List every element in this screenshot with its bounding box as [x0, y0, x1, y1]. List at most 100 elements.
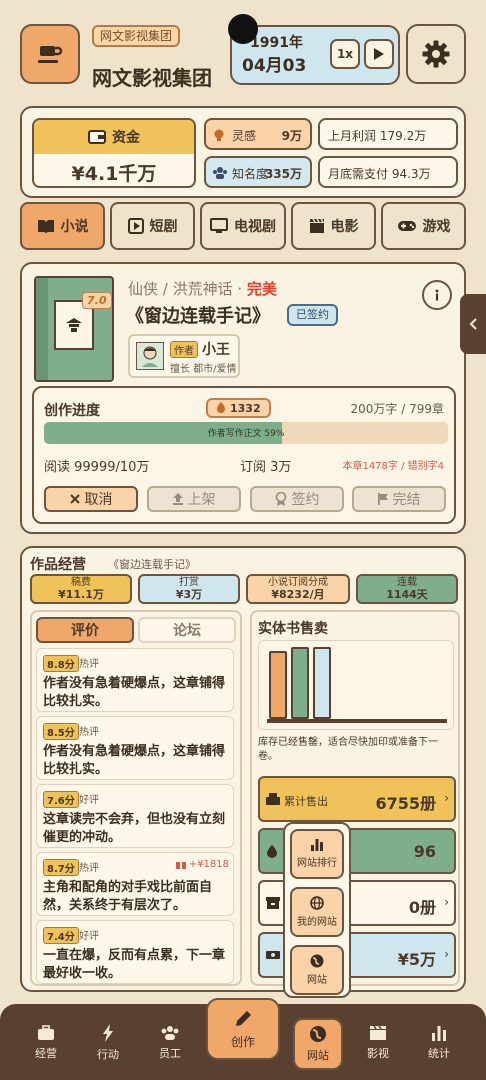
author-card[interactable]: 作者 小王 擅长 都市/爱情: [128, 334, 240, 378]
nav-operations[interactable]: 经营: [21, 1018, 71, 1068]
progress-badge: 1332: [206, 398, 271, 418]
clapperboard-icon: [369, 1025, 387, 1041]
website-ranking-label: 网站排行: [297, 858, 337, 869]
earth-icon: [310, 954, 324, 968]
fame-stat[interactable]: 知名度 335万: [204, 156, 312, 188]
company-name: 网文影视集团: [92, 66, 212, 90]
menu-button[interactable]: [20, 24, 80, 84]
close-icon: [69, 494, 80, 504]
chevron-right-icon: ›: [444, 947, 449, 961]
nav-staff-label: 员工: [159, 1047, 181, 1060]
review-gift-value: +¥1818: [188, 859, 229, 870]
tab-short-drama[interactable]: 短剧: [110, 202, 195, 250]
nav-staff[interactable]: 员工: [145, 1018, 195, 1068]
review-type: 热评: [79, 659, 99, 670]
nav-website-label: 网站: [307, 1049, 329, 1062]
shelve-button[interactable]: 上架: [147, 486, 241, 512]
gamepad-icon: [397, 219, 417, 233]
upload-icon: [172, 493, 183, 505]
gear-icon: [421, 39, 451, 69]
metric-value: ¥3万: [175, 588, 203, 601]
flame-icon: [266, 845, 278, 859]
novel-genre: 仙侠 / 洪荒神话 · 完美: [128, 278, 277, 299]
my-website-button[interactable]: 我的网站: [290, 887, 344, 937]
tab-novel[interactable]: 小说: [20, 202, 105, 250]
nav-create[interactable]: 创作: [206, 998, 280, 1060]
finish-label: 完结: [392, 492, 421, 508]
website-button[interactable]: 网站: [290, 945, 344, 995]
metric-value: ¥11.1万: [58, 588, 104, 601]
medal-icon: [275, 492, 287, 506]
tab-movie-label: 电影: [330, 219, 359, 235]
review-item[interactable]: 8.8分 热评 作者没有急着硬爆点，这章铺得比较扎实。: [36, 648, 234, 712]
cancel-button[interactable]: 取消: [44, 486, 138, 512]
novel-cover[interactable]: 7.0: [34, 276, 114, 382]
review-item[interactable]: 8.5分 热评 作者没有急着硬爆点，这章铺得比较扎实。: [36, 716, 234, 780]
author-tag: 作者: [170, 341, 198, 358]
globe-icon: [310, 896, 324, 910]
nav-film-tv[interactable]: 影视: [353, 1018, 403, 1068]
works-title: 作品经营: [30, 557, 86, 573]
info-button[interactable]: [422, 280, 452, 310]
reviews-panel: 评价 论坛 8.8分 热评 作者没有急着硬爆点，这章铺得比较扎实。 8.5分 热…: [30, 610, 242, 986]
wallet-icon: [88, 129, 106, 145]
author-avatar: [136, 342, 164, 370]
progress-title: 创作进度: [44, 403, 100, 419]
shelve-label: 上架: [187, 492, 216, 508]
genre-text: 仙侠 / 洪荒神话 ·: [128, 280, 247, 298]
total-sold-label: 累计售出: [284, 795, 328, 808]
camera-cutout: [228, 14, 258, 44]
sign-button[interactable]: 签约: [250, 486, 344, 512]
stats-panel: 资金 ¥4.1千万 灵感 9万 知名度 335万 上月利润 179.2万 月底需…: [20, 106, 466, 198]
review-item[interactable]: 7.6分 好评 这章读完不会弃，但也没有立刻催更的冲动。: [36, 784, 234, 848]
review-item[interactable]: 8.7分 热评 +¥1818 主角和配角的对手戏比前面自然，关系终于有层次了。: [36, 852, 234, 916]
tab-movie[interactable]: 电影: [291, 202, 376, 250]
progress-words: 200万字 / 799章: [350, 402, 444, 416]
book-spine-green: [291, 647, 309, 719]
bar-chart-icon: [310, 839, 324, 851]
funds-box[interactable]: 资金 ¥4.1千万: [32, 118, 196, 188]
tab-game[interactable]: 游戏: [381, 202, 466, 250]
review-item[interactable]: 7.4分 好评 一直在爆，反而有点累，下一章最好收一收。: [36, 920, 234, 984]
company-tag: 网文影视集团: [92, 25, 181, 47]
progress-bar-text: 作者写作正文 59%: [207, 429, 285, 439]
signed-badge: 已签约: [287, 304, 338, 326]
tab-reviews[interactable]: 评价: [36, 617, 134, 643]
speed-button[interactable]: 1x: [330, 39, 360, 69]
revenue-value: ¥5万: [397, 950, 436, 969]
tab-forum[interactable]: 论坛: [138, 617, 236, 643]
side-drawer-toggle[interactable]: [460, 294, 486, 354]
group-icon: [160, 1025, 180, 1041]
lightbulb-icon: [212, 128, 226, 142]
bookshelf-illustration: [258, 640, 454, 730]
review-text: 主角和配角的对手戏比前面自然，关系终于有层次了。: [43, 880, 213, 913]
progress-bar: 作者写作正文 59%: [44, 422, 448, 444]
info-icon: [430, 288, 444, 302]
metric-label: 小说订阅分成: [268, 577, 328, 588]
website-ranking-button[interactable]: 网站排行: [290, 829, 344, 879]
inspiration-label: 灵感: [232, 129, 257, 143]
cover-spine: [36, 278, 48, 380]
globe-icon: [309, 1025, 327, 1043]
lightning-icon: [102, 1024, 114, 1042]
total-sold-row[interactable]: 累计售出 6755册 ›: [258, 776, 456, 822]
progress-badge-value: 1332: [230, 401, 261, 415]
finish-button[interactable]: 完结: [352, 486, 446, 512]
review-score: 8.7分: [43, 859, 79, 876]
settings-button[interactable]: [406, 24, 466, 84]
play-button[interactable]: [364, 39, 394, 69]
review-text: 这章读完不会弃，但也没有立刻催更的冲动。: [43, 812, 226, 845]
inspiration-stat[interactable]: 灵感 9万: [204, 118, 312, 150]
nav-operations-label: 经营: [35, 1047, 57, 1060]
novel-score: 7.0: [82, 292, 112, 309]
date-year: 1991年: [250, 35, 303, 51]
nav-action-label: 行动: [97, 1048, 119, 1061]
metric-label: 打赏: [179, 577, 199, 588]
bottom-navigation: 经营 行动 员工 创作 网站 影视 统计: [0, 998, 486, 1080]
nav-website[interactable]: 网站: [293, 1018, 343, 1070]
nav-statistics[interactable]: 统计: [414, 1018, 464, 1068]
tab-tv-series[interactable]: 电视剧: [200, 202, 286, 250]
nav-action[interactable]: 行动: [83, 1018, 133, 1068]
video-clip-icon: [127, 218, 144, 234]
creation-progress: 创作进度 1332 200万字 / 799章 作者写作正文 59% 阅读 999…: [32, 386, 456, 524]
